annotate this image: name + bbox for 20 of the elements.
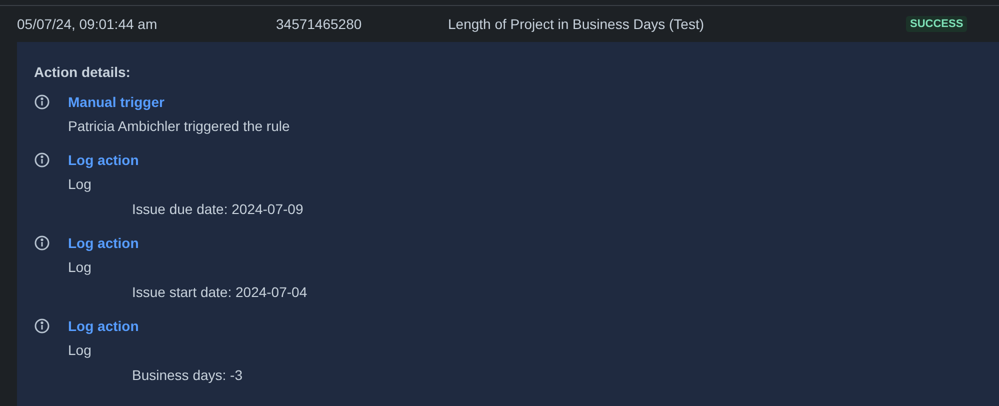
action-title-link[interactable]: Log action xyxy=(68,150,304,170)
action-description: Log xyxy=(68,175,92,194)
action-description: Patricia Ambichler triggered the rule xyxy=(68,117,290,136)
info-icon xyxy=(34,235,50,251)
details-heading: Action details: xyxy=(34,63,132,82)
rule-cell-text: Length of Project in Business Days (Test) xyxy=(448,14,706,34)
info-icon xyxy=(34,94,50,110)
date-cell-text: 05/07/24, 09:01:44 am xyxy=(17,14,158,34)
info-icon xyxy=(34,318,50,334)
log-message: Business days: -3 xyxy=(132,366,242,385)
info-icon xyxy=(34,152,50,168)
id-cell-text: 34571465280 xyxy=(276,14,363,34)
action-title-link[interactable]: Manual trigger xyxy=(68,92,290,112)
action-title-link[interactable]: Log action xyxy=(68,233,308,253)
action-description: Log xyxy=(68,341,92,360)
status-lozenge: SUCCESS xyxy=(906,16,968,32)
action-title-link[interactable]: Log action xyxy=(68,316,242,336)
log-message: Issue due date: 2024-07-09 xyxy=(132,200,304,219)
log-message: Issue start date: 2024-07-04 xyxy=(132,283,308,302)
action-description: Log xyxy=(68,258,92,277)
